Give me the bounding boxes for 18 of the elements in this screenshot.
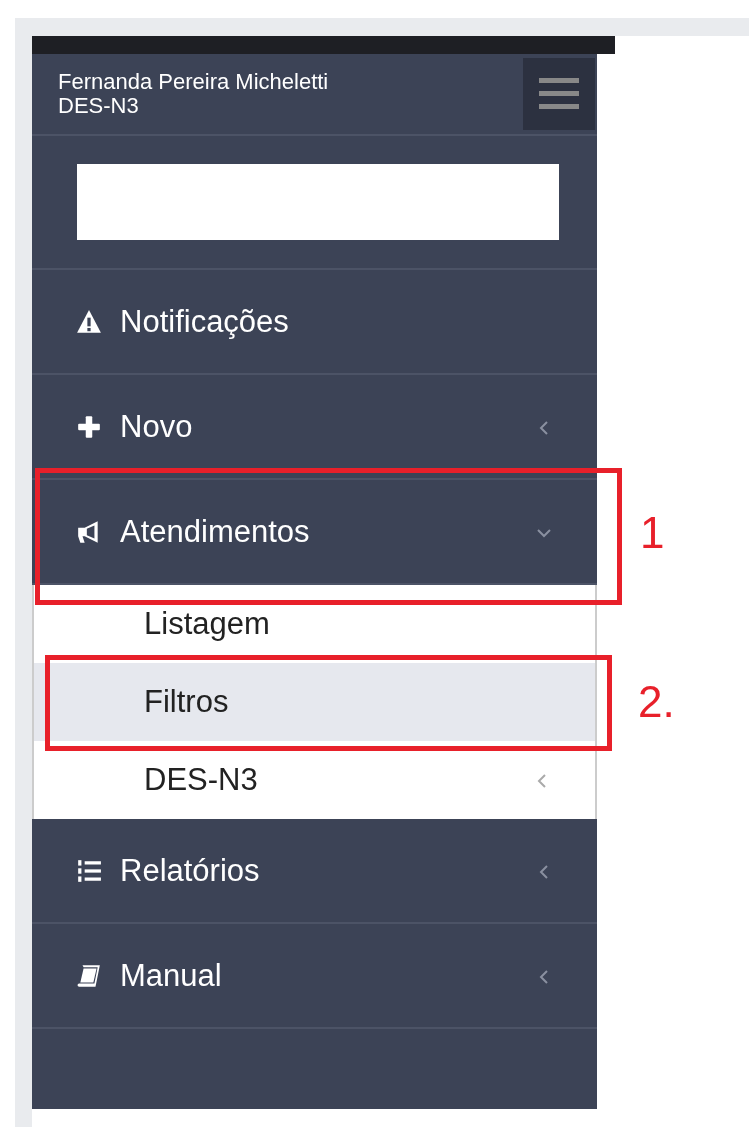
menu-item[interactable]: Relatórios [32,819,597,924]
menu-button[interactable] [523,58,595,130]
menu-item[interactable]: Notificações [32,270,597,375]
menu-icon [539,76,579,112]
plus-icon [76,413,102,440]
book-icon [76,962,102,989]
menu-item[interactable]: Novo [32,375,597,480]
submenu-item[interactable]: Filtros [34,663,595,741]
list-icon [76,857,102,884]
user-role: DES-N3 [58,94,140,118]
user-name: Fernanda Pereira Micheletti [58,70,329,94]
warning-icon [76,308,102,335]
submenu-item[interactable]: Listagem [34,585,595,663]
menu-item[interactable]: Manual [32,924,597,1029]
submenu-item[interactable]: DES-N3 [34,741,595,819]
search-field[interactable] [77,164,559,240]
annotation-number: 2. [638,677,675,727]
annotation-number: 1 [640,507,665,558]
